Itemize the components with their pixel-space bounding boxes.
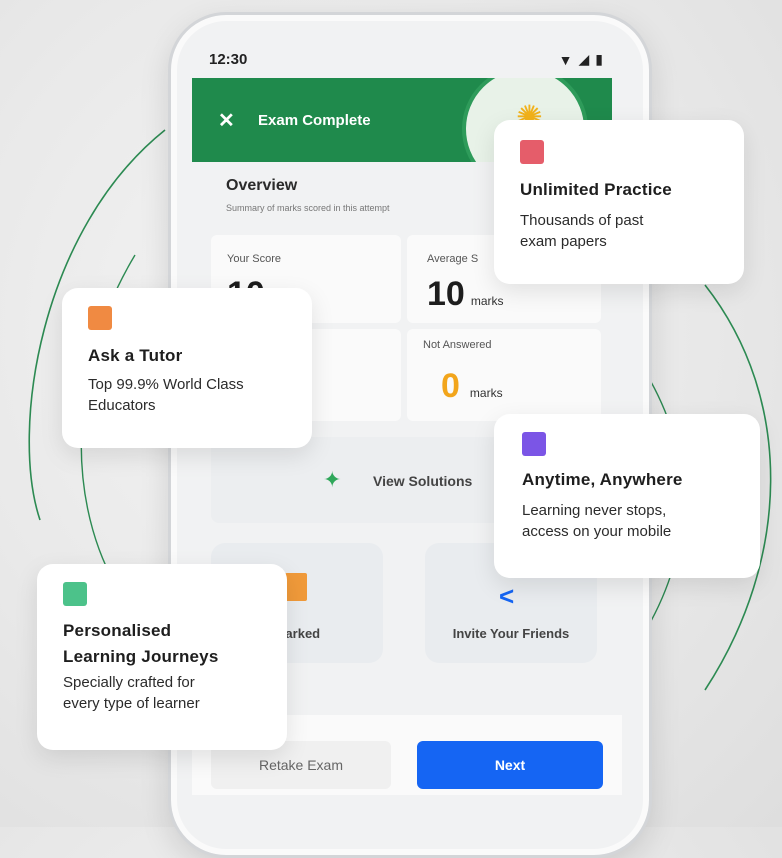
feature-desc-line: Thousands of past xyxy=(520,212,644,229)
your-score-label: Your Score xyxy=(227,253,282,265)
not-answered-label: Not Answered xyxy=(423,339,492,351)
invite-friends-label: Invite Your Friends xyxy=(452,626,570,641)
bookmark-icon xyxy=(285,573,307,601)
overview-title: Overview xyxy=(226,177,298,194)
app-bar-title: Exam Complete xyxy=(258,112,371,129)
feature-description: Top 99.9% World Class Educators xyxy=(88,374,244,416)
not-answered-value: 0 xyxy=(441,367,460,405)
feature-card-ask-a-tutor: Ask a Tutor Top 99.9% World Class Educat… xyxy=(62,288,312,448)
status-time: 12:30 xyxy=(209,51,248,68)
feature-desc-line: exam papers xyxy=(520,233,607,250)
feature-color-square xyxy=(63,582,87,606)
feature-title-line: Learning Journeys xyxy=(63,647,219,666)
feature-color-square xyxy=(520,140,544,164)
feature-description: Thousands of past exam papers xyxy=(520,210,643,252)
average-score-value: 10 xyxy=(427,275,465,313)
feature-description: Learning never stops, access on your mob… xyxy=(522,500,671,542)
feature-desc-line: Learning never stops, xyxy=(522,502,667,519)
feature-title: Unlimited Practice xyxy=(520,180,672,199)
feature-title: Anytime, Anywhere xyxy=(522,470,683,489)
feature-title-line: Personalised xyxy=(63,621,172,640)
status-icons: ▼ ◢ ▮ xyxy=(559,51,603,68)
not-answered-unit: marks xyxy=(469,386,503,400)
feature-title: Ask a Tutor xyxy=(88,346,183,365)
feature-card-unlimited-practice: Unlimited Practice Thousands of past exa… xyxy=(494,120,744,284)
feature-card-anytime-anywhere: Anytime, Anywhere Learning never stops, … xyxy=(494,414,760,578)
feature-color-square xyxy=(88,306,112,330)
battery-icon: ▮ xyxy=(595,51,603,67)
feature-desc-line: every type of learner xyxy=(63,695,200,712)
feature-desc-line: Top 99.9% World Class xyxy=(88,376,244,393)
wifi-icon: ▼ xyxy=(558,51,573,68)
average-score-unit: marks xyxy=(470,294,504,308)
not-answered-card: Not Answered 0 marks xyxy=(407,329,601,421)
feature-title: Personalised Learning Journeys xyxy=(63,618,219,670)
feature-card-personalised-learning: Personalised Learning Journeys Specially… xyxy=(37,564,287,750)
lightbulb-icon: ✦ xyxy=(323,467,342,492)
view-solutions-label: View Solutions xyxy=(373,473,473,489)
cell-signal-icon: ◢ xyxy=(578,51,590,67)
overview-section: Overview Summary of marks scored in this… xyxy=(226,177,390,213)
feature-description: Specially crafted for every type of lear… xyxy=(63,672,200,714)
feature-desc-line: access on your mobile xyxy=(522,523,672,540)
next-button[interactable]: Next xyxy=(417,741,603,789)
close-icon[interactable]: ✕ xyxy=(218,108,235,133)
share-icon: < xyxy=(499,581,515,611)
feature-desc-line: Educators xyxy=(88,397,156,414)
average-score-label: Average S xyxy=(427,253,479,265)
feature-color-square xyxy=(522,432,546,456)
overview-subtitle: Summary of marks scored in this attempt xyxy=(226,203,390,213)
feature-desc-line: Specially crafted for xyxy=(63,674,195,691)
